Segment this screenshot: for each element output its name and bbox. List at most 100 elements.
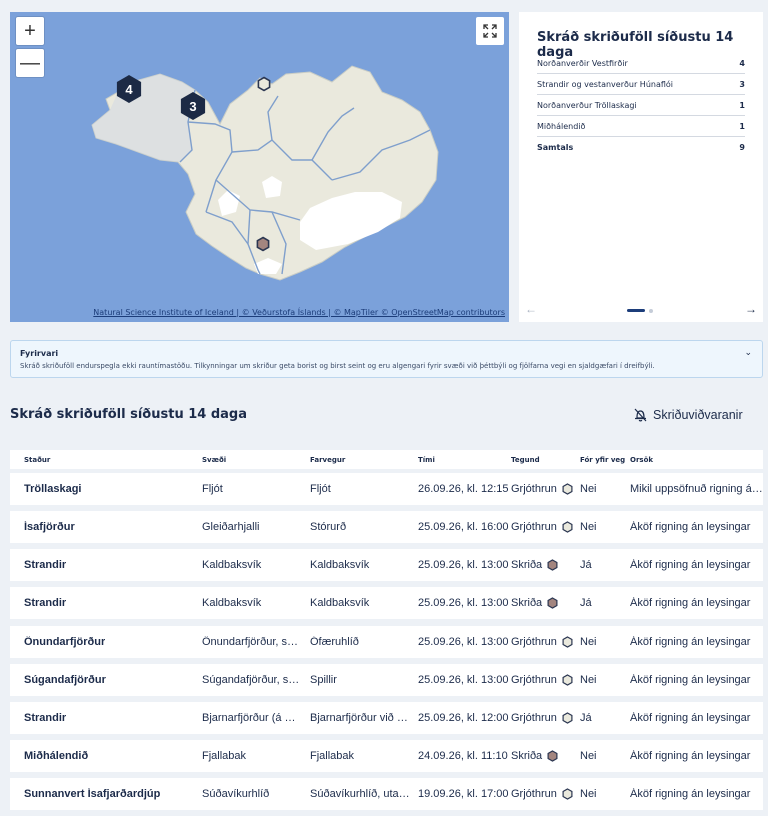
marker-hex-south xyxy=(256,236,270,252)
cell-road: Nei xyxy=(580,521,597,533)
disclaimer-notice[interactable]: Fyrirvari Skráð skriðuföll endurspegla e… xyxy=(10,340,763,378)
summary-row: Norðanverðir Vestfirðir 4 xyxy=(537,53,745,74)
disclaimer-title: Fyrirvari xyxy=(20,349,59,358)
col-header-area[interactable]: Svæði xyxy=(202,456,226,464)
summary-row: Miðhálendið 1 xyxy=(537,116,745,137)
rockfall-hex-icon xyxy=(562,712,573,724)
cell-path: Ófæruhlíð xyxy=(310,636,359,648)
pager-dot-active[interactable] xyxy=(627,309,645,312)
cell-place[interactable]: Strandir xyxy=(24,559,66,571)
cell-type-label: Grjóthrun xyxy=(511,636,557,648)
cell-type-label: Grjóthrun xyxy=(511,712,557,724)
prev-arrow-icon[interactable]: ← xyxy=(525,302,537,316)
cell-type: Skriða xyxy=(511,597,581,609)
cell-time: 25.09.26, kl. 13:00 xyxy=(418,674,509,686)
cell-area: Kaldbaksvík xyxy=(202,597,262,609)
cell-path: Fljót xyxy=(310,483,331,495)
table-row[interactable]: Sunnanvert Ísafjarðardjúp Súðavíkurhlíð Sú… xyxy=(10,778,763,810)
section-title: Skráð skriðuföll síðustu 14 daga xyxy=(10,407,247,422)
cell-path: Súðavíkurhlíð, utan við Súðavík xyxy=(310,788,410,800)
col-header-time[interactable]: Tími xyxy=(418,456,435,464)
cell-place[interactable]: Strandir xyxy=(24,712,66,724)
next-arrow-icon[interactable]: → xyxy=(745,302,757,316)
warnings-link-label: Skriðuviðvaranir xyxy=(653,408,743,422)
table-row[interactable]: Miðhálendið Fjallabak Fjallabak 24.09.26, k… xyxy=(10,740,763,772)
col-header-road[interactable]: Fór yfir veg xyxy=(580,456,625,464)
cell-type: Grjóthrun xyxy=(511,788,581,800)
cell-type-label: Skriða xyxy=(511,750,543,762)
cell-cause: Áköf rigning án leysingar xyxy=(630,750,751,762)
summary-row: Norðanverður Tröllaskagi 1 xyxy=(537,95,745,116)
rockfall-hex-icon xyxy=(562,788,573,800)
summary-region: Strandir og vestanverður Húnaflói xyxy=(537,79,674,89)
map-attribution[interactable]: Natural Science Institute of Iceland | ©… xyxy=(93,308,505,317)
cell-type: Grjóthrun xyxy=(511,674,581,686)
col-header-cause[interactable]: Orsök xyxy=(630,456,653,464)
cell-path: Fjallabak xyxy=(310,750,355,762)
cell-road: Nei xyxy=(580,674,597,686)
table-row[interactable]: Strandir Bjarnarfjörður (á Ströndum) Bjarn… xyxy=(10,702,763,734)
table-row[interactable]: Tröllaskagi Fljót Fljót 26.09.26, kl. 12:15… xyxy=(10,473,763,505)
cell-type: Grjóthrun xyxy=(511,712,581,724)
cell-time: 26.09.26, kl. 12:15 xyxy=(418,483,509,495)
cell-type: Grjóthrun xyxy=(511,483,581,495)
summary-count: 1 xyxy=(739,100,745,110)
cell-road: Nei xyxy=(580,483,597,495)
cell-place[interactable]: Tröllaskagi xyxy=(24,483,81,495)
cell-place[interactable]: Sunnanvert Ísafjarðardjúp xyxy=(24,788,160,800)
cell-cause: Áköf rigning án leysingar xyxy=(630,674,751,686)
cell-cause: Áköf rigning án leysingar xyxy=(630,788,751,800)
cell-path: Bjarnarfjörður við Drangsnes xyxy=(310,712,410,724)
cell-path: Spillir xyxy=(310,674,337,686)
table-row[interactable]: Önundarfjörður Önundarfjörður, sunnanverð… xyxy=(10,626,763,658)
cell-cause: Áköf rigning án leysingar xyxy=(630,521,751,533)
cell-time: 25.09.26, kl. 12:00 xyxy=(418,712,509,724)
cell-type-label: Skriða xyxy=(511,559,543,571)
col-header-path[interactable]: Farvegur xyxy=(310,456,345,464)
cell-type-label: Grjóthrun xyxy=(511,674,557,686)
rockfall-hex-icon xyxy=(562,636,573,648)
cell-type-label: Grjóthrun xyxy=(511,788,557,800)
cell-place[interactable]: Miðhálendið xyxy=(24,750,88,762)
zoom-in-button[interactable]: + xyxy=(16,17,44,45)
warnings-link[interactable]: Skriðuviðvaranir xyxy=(634,406,743,424)
summary-count: 3 xyxy=(739,79,745,89)
table-row[interactable]: Strandir Kaldbaksvík Kaldbaksvík 25.09.26, … xyxy=(10,587,763,619)
landslide-hex-icon xyxy=(547,559,558,571)
zoom-out-button[interactable]: — xyxy=(16,49,44,77)
cell-place[interactable]: Súgandafjörður xyxy=(24,674,106,686)
cell-type: Skriða xyxy=(511,750,581,762)
cell-area: Önundarfjörður, sunnanverður xyxy=(202,636,302,648)
cell-type-label: Grjóthrun xyxy=(511,521,557,533)
summary-row: Strandir og vestanverður Húnaflói 3 xyxy=(537,74,745,95)
col-header-type[interactable]: Tegund xyxy=(511,456,540,464)
cell-time: 25.09.26, kl. 13:00 xyxy=(418,559,509,571)
rockfall-hex-icon xyxy=(562,483,573,495)
cell-type: Skriða xyxy=(511,559,581,571)
cell-time: 25.09.26, kl. 13:00 xyxy=(418,597,509,609)
col-header-place[interactable]: Staður xyxy=(24,456,50,464)
cell-time: 25.09.26, kl. 16:00 xyxy=(418,521,509,533)
landslide-map[interactable]: 4 3 + — Natural Science Institute of Ice… xyxy=(10,12,509,322)
cell-place[interactable]: Önundarfjörður xyxy=(24,636,105,648)
cell-place[interactable]: Ísafjörður xyxy=(24,521,75,533)
table-row[interactable]: Ísafjörður Gleiðarhjalli Stórurð 25.09.26, … xyxy=(10,511,763,543)
carousel-pager: ← → xyxy=(519,302,763,318)
table-row[interactable]: Strandir Kaldbaksvík Kaldbaksvík 25.09.26, … xyxy=(10,549,763,581)
cell-time: 25.09.26, kl. 13:00 xyxy=(418,636,509,648)
svg-text:4: 4 xyxy=(125,82,133,97)
cell-cause: Áköf rigning án leysingar xyxy=(630,597,751,609)
table-row[interactable]: Súgandafjörður Súgandafjörður, sunnanverð… xyxy=(10,664,763,696)
cell-type: Grjóthrun xyxy=(511,636,581,648)
landslide-hex-icon xyxy=(547,750,558,762)
pager-dot[interactable] xyxy=(649,309,653,313)
summary-count: 1 xyxy=(739,121,745,131)
chevron-down-icon[interactable]: ⌄ xyxy=(744,347,752,358)
fullscreen-button[interactable] xyxy=(476,17,504,45)
cell-cause: Mikil uppsöfnuð rigning án leysingar xyxy=(630,483,763,495)
cell-cause: Áköf rigning án leysingar xyxy=(630,559,751,571)
west-fjords-region xyxy=(92,74,195,162)
summary-panel: Skráð skriðuföll síðustu 14 daga Norðanv… xyxy=(519,12,763,322)
cell-road: Já xyxy=(580,559,592,571)
cell-place[interactable]: Strandir xyxy=(24,597,66,609)
